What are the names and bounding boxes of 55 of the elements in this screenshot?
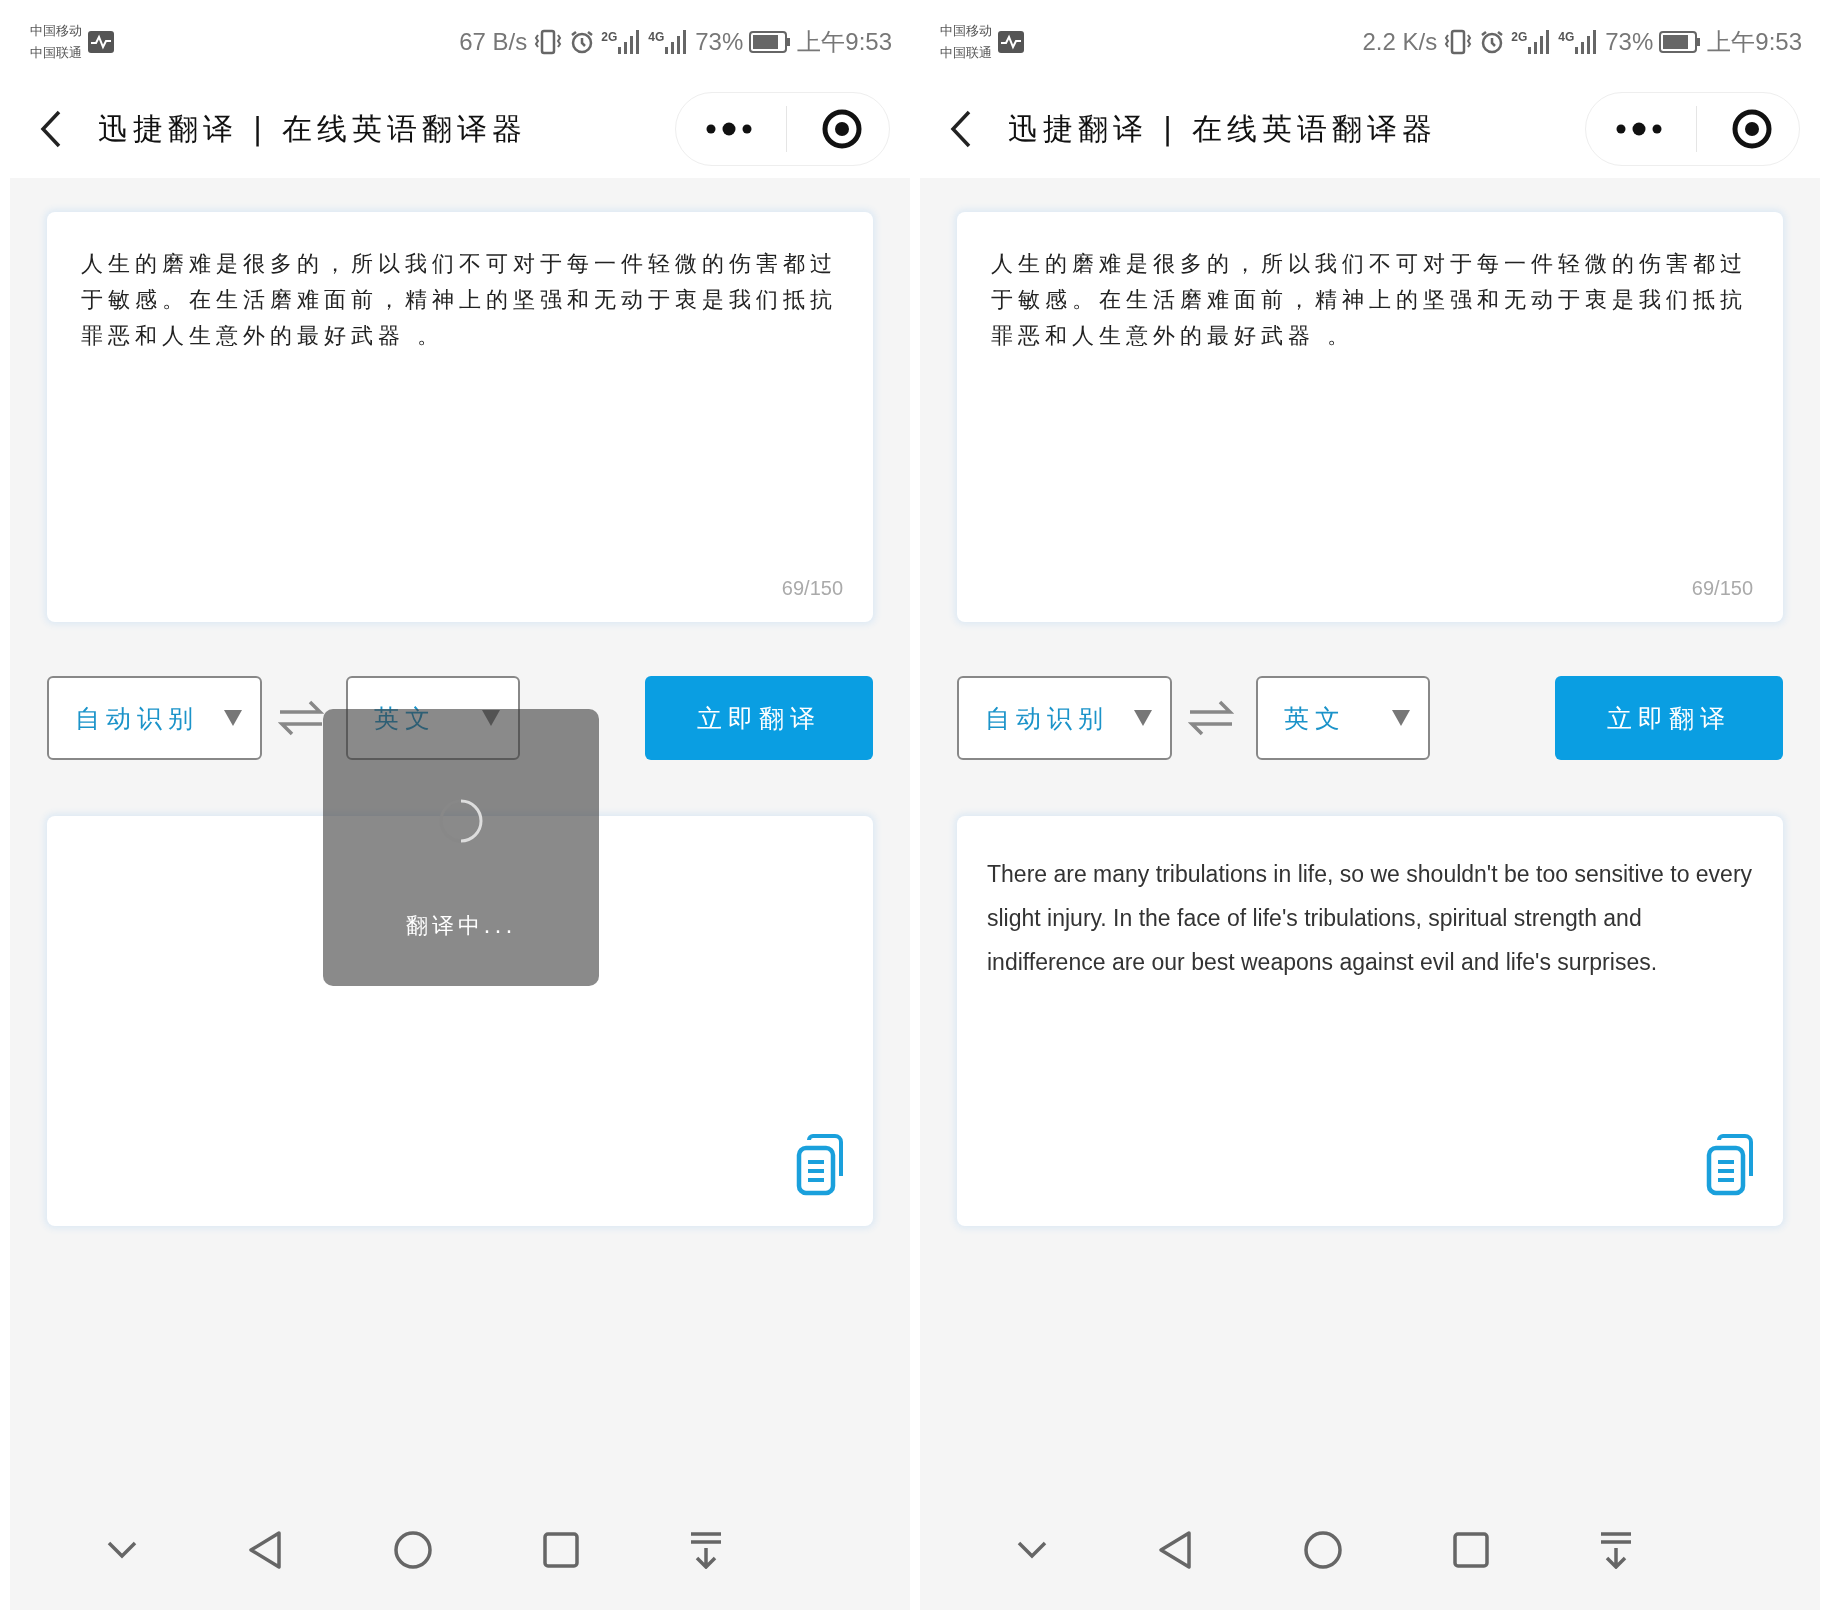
clock-time: 上午9:53 (797, 27, 892, 57)
caret-icon (1392, 710, 1410, 726)
activity-icon (998, 31, 1024, 53)
source-language-dropdown[interactable]: 自动识别 (47, 676, 262, 760)
caret-icon (482, 710, 500, 726)
network-speed: 2.2 K/s (1362, 28, 1438, 56)
collapse-icon[interactable] (107, 1541, 137, 1559)
page-title: 迅捷翻译 | 在线英语翻译器 (98, 109, 529, 149)
battery-percent: 73% (1605, 28, 1654, 56)
recent-apps-icon[interactable] (1453, 1532, 1489, 1568)
battery-icon (1659, 31, 1702, 53)
home-icon[interactable] (393, 1530, 433, 1570)
page-title: 迅捷翻译 | 在线英语翻译器 (1008, 109, 1439, 149)
vibrate-icon (533, 29, 564, 55)
collapse-icon[interactable] (1017, 1541, 1047, 1559)
copy-icon[interactable] (1705, 1134, 1755, 1196)
caret-icon (1134, 710, 1152, 726)
network-speed: 67 B/s (459, 28, 528, 56)
source-language-dropdown[interactable]: 自动识别 (957, 676, 1172, 760)
character-counter: 69/150 (781, 577, 843, 600)
carrier-name: 中国移动 (30, 22, 82, 40)
more-icon[interactable] (706, 122, 752, 136)
spinner-icon (437, 797, 485, 845)
back-icon[interactable] (950, 110, 972, 148)
source-text[interactable]: 人生的磨难是很多的，所以我们不可对于每一件轻微的伤害都过于敏感。在生活磨难面前，精神上的坚强和无动于衷是我们抵抗罪恶和人生意外的最好武器 。 (991, 246, 1749, 354)
translation-text: There are many tribulations in life, so we shouldn't be too sensitive to every slight injury. In the face of life's tribulations, spiritual strength and indifference are our best weapons against evil and life's surprises. (987, 860, 1753, 977)
translate-button[interactable]: 立即翻译 (1555, 676, 1783, 760)
network-type: 4G (648, 30, 665, 44)
swap-icon[interactable] (1188, 698, 1234, 738)
vibrate-icon (1443, 29, 1474, 55)
caret-icon (224, 710, 242, 726)
clock-time: 上午9:53 (1707, 27, 1802, 57)
swap-icon[interactable] (278, 698, 324, 738)
home-icon[interactable] (1303, 1530, 1343, 1570)
carrier-name: 中国联通 (940, 44, 992, 62)
copy-icon[interactable] (795, 1134, 845, 1196)
network-type: 2G (601, 30, 618, 44)
translate-button[interactable]: 立即翻译 (645, 676, 873, 760)
battery-percent: 73% (695, 28, 744, 56)
back-icon[interactable] (40, 110, 62, 148)
battery-icon (749, 31, 792, 53)
character-counter: 69/150 (1691, 577, 1753, 600)
more-icon[interactable] (1616, 122, 1662, 136)
notification-pull-icon[interactable] (689, 1531, 723, 1569)
recent-apps-icon[interactable] (543, 1532, 579, 1568)
carrier-name: 中国联通 (30, 44, 82, 62)
source-text[interactable]: 人生的磨难是很多的，所以我们不可对于每一件轻微的伤害都过于敏感。在生活磨难面前，精神上的坚强和无动于衷是我们抵抗罪恶和人生意外的最好武器 。 (81, 246, 839, 354)
network-type: 2G (1511, 30, 1528, 44)
loading-text: 翻译中... (405, 912, 517, 940)
carrier-name: 中国移动 (940, 22, 992, 40)
notification-pull-icon[interactable] (1599, 1531, 1633, 1569)
network-type: 4G (1558, 30, 1575, 44)
target-language-dropdown[interactable]: 英文 (1256, 676, 1430, 760)
target-language-dropdown[interactable]: 英文 (346, 676, 520, 760)
activity-icon (88, 31, 114, 53)
